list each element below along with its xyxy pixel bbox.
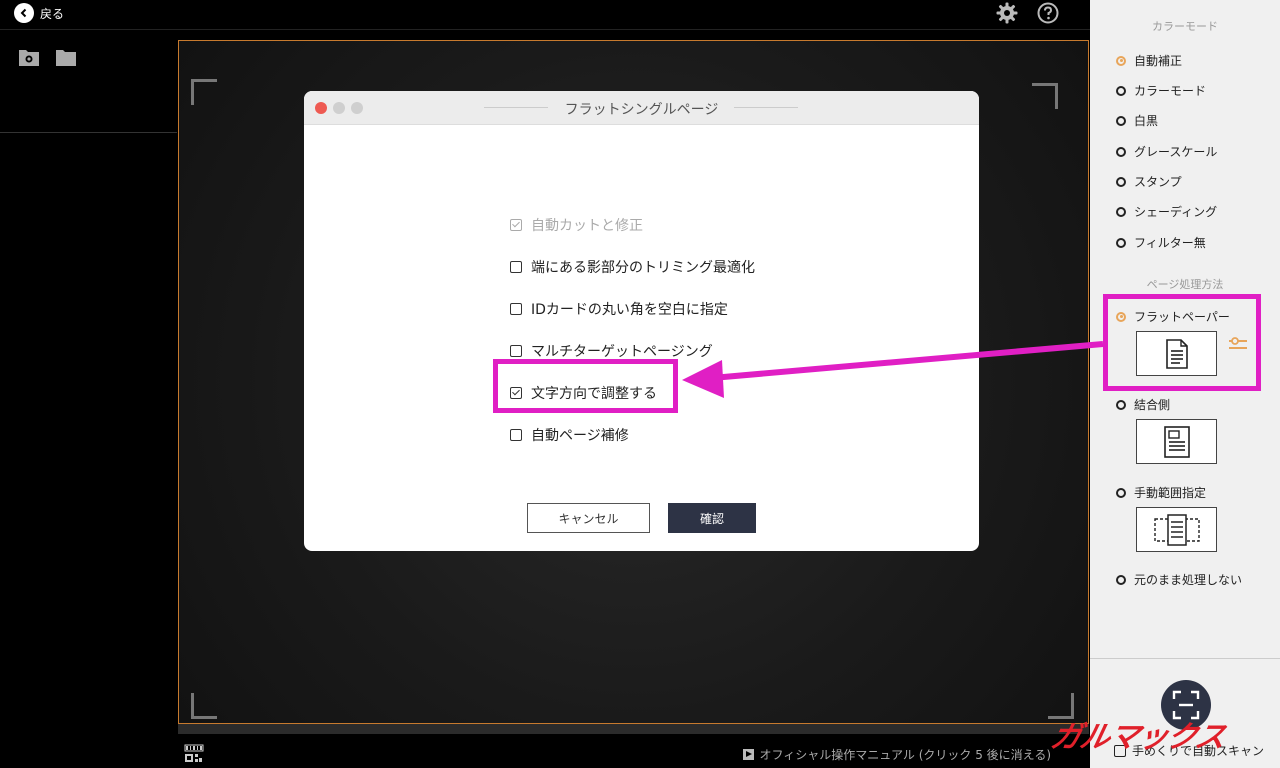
watermark-logo: ガルマックス — [1047, 720, 1229, 755]
annotation-arrow — [682, 341, 1104, 398]
